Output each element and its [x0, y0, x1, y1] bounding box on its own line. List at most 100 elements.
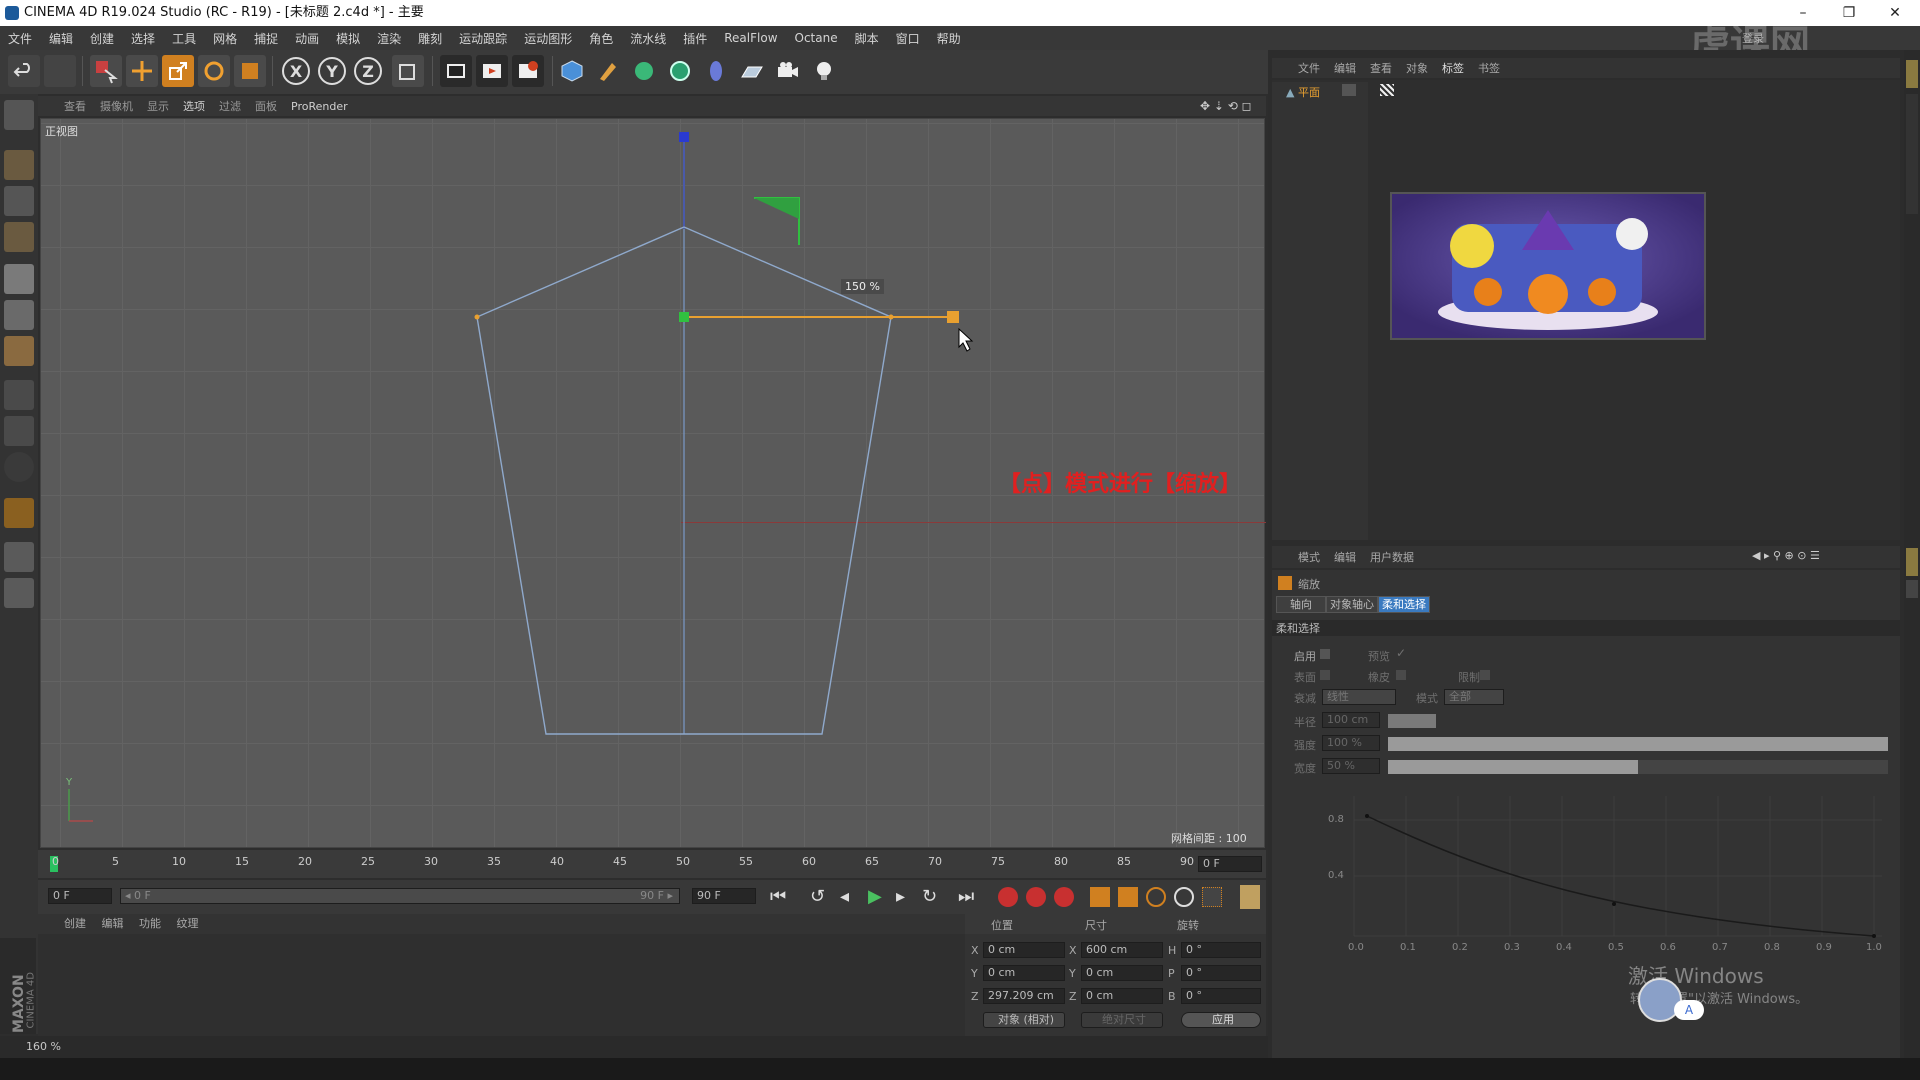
restore-button[interactable]: ❐	[1826, 0, 1872, 26]
menu-tools[interactable]: 工具	[172, 30, 196, 47]
material-menu-edit[interactable]: 编辑	[102, 917, 124, 930]
pos-y-field[interactable]: 0 cm	[983, 965, 1065, 981]
tab-axis[interactable]: 轴向	[1276, 596, 1326, 613]
strength-field[interactable]: 100 %	[1322, 735, 1380, 751]
side-tab-layers[interactable]	[1906, 580, 1918, 598]
camera-icon[interactable]	[772, 55, 804, 87]
apply-button[interactable]: 应用	[1181, 1012, 1261, 1028]
pos-z-field[interactable]: 297.209 cm	[983, 988, 1065, 1004]
menu-edit[interactable]: 编辑	[49, 30, 73, 47]
side-tab-objects[interactable]	[1906, 60, 1918, 88]
attrmenu-userdata[interactable]: 用户数据	[1370, 549, 1414, 565]
scale-tool-icon[interactable]	[162, 55, 194, 87]
frame-range-slider[interactable]: ◂ 0 F 90 F ▸	[120, 888, 680, 904]
attrmenu-mode[interactable]: 模式	[1298, 549, 1320, 565]
menu-realflow[interactable]: RealFlow	[724, 31, 777, 45]
tab-object-axis[interactable]: 对象轴心	[1326, 596, 1378, 613]
objmenu-bookmarks[interactable]: 书签	[1478, 60, 1500, 76]
menu-sculpt[interactable]: 雕刻	[418, 30, 442, 47]
workplane-mode-icon[interactable]	[4, 222, 34, 252]
enable-checkbox[interactable]	[1320, 649, 1330, 659]
menu-create[interactable]: 创建	[90, 30, 114, 47]
menu-select[interactable]: 选择	[131, 30, 155, 47]
keyframe-selection-icon[interactable]	[1054, 887, 1074, 907]
deformer-icon[interactable]	[700, 55, 732, 87]
width-slider[interactable]	[1388, 760, 1888, 774]
menu-simulate[interactable]: 模拟	[336, 30, 360, 47]
size-mode-dropdown[interactable]: 绝对尺寸	[1081, 1012, 1163, 1028]
tweak-mode-icon[interactable]	[4, 416, 34, 446]
make-editable-icon[interactable]	[4, 100, 34, 130]
previous-key-icon[interactable]: ↺	[810, 886, 825, 907]
axis-mode-icon[interactable]	[4, 380, 34, 410]
attr-nav-icons[interactable]: ◀ ▸ ⚲ ⊕ ⊙ ☰	[1752, 549, 1820, 562]
floor-icon[interactable]	[736, 55, 768, 87]
live-selection-icon[interactable]	[90, 55, 122, 87]
size-x-field[interactable]: 600 cm	[1081, 942, 1163, 958]
coordinate-mode-dropdown[interactable]: 对象 (相对)	[983, 1012, 1065, 1028]
objmenu-file[interactable]: 文件	[1298, 60, 1320, 76]
objmenu-tags[interactable]: 标签	[1442, 60, 1464, 76]
viewport-menu-view[interactable]: 查看	[64, 98, 86, 114]
timeline-window-icon[interactable]	[1240, 885, 1260, 909]
move-tool-icon[interactable]	[126, 55, 158, 87]
objmenu-view[interactable]: 查看	[1370, 60, 1392, 76]
menu-snap[interactable]: 捕捉	[254, 30, 278, 47]
viewport-menu-filter[interactable]: 过滤	[219, 98, 241, 114]
render-to-picture-viewer-icon[interactable]	[476, 55, 508, 87]
polygons-mode-icon[interactable]	[4, 336, 34, 366]
material-menu-create[interactable]: 创建	[64, 917, 86, 930]
lock-y-axis-button[interactable]: Y	[318, 57, 346, 85]
rubber-checkbox[interactable]	[1396, 670, 1406, 680]
texture-mode-icon[interactable]	[4, 186, 34, 216]
viewport-nav-icons[interactable]: ✥ ⇣ ⟲ ◻	[1200, 99, 1252, 113]
end-frame-field[interactable]: 90 F	[692, 888, 756, 904]
current-frame-field[interactable]: 0 F	[1198, 856, 1262, 872]
side-tab-attributes[interactable]	[1906, 548, 1918, 576]
viewport-menu-display[interactable]: 显示	[147, 98, 169, 114]
previous-frame-icon[interactable]: ◂	[840, 886, 849, 907]
menu-motion-tracker[interactable]: 运动跟踪	[459, 30, 507, 47]
record-scale-icon[interactable]	[1118, 887, 1138, 907]
autokeying-icon[interactable]	[1026, 887, 1046, 907]
menu-render[interactable]: 渲染	[377, 30, 401, 47]
menu-character[interactable]: 角色	[589, 30, 613, 47]
timeline-ruler[interactable]: 0 5 10 15 20 25 30 35 40 45 50 55 60 65 …	[38, 850, 1266, 878]
size-y-field[interactable]: 0 cm	[1081, 965, 1163, 981]
edges-mode-icon[interactable]	[4, 300, 34, 330]
tab-soft-selection[interactable]: 柔和选择	[1378, 596, 1430, 613]
subdivision-surface-icon[interactable]	[628, 55, 660, 87]
menu-animate[interactable]: 动画	[295, 30, 319, 47]
material-menu-texture[interactable]: 纹理	[177, 917, 199, 930]
radius-field[interactable]: 100 cm	[1322, 712, 1380, 728]
light-icon[interactable]	[808, 55, 840, 87]
next-frame-icon[interactable]: ▸	[896, 886, 905, 907]
surface-checkbox[interactable]	[1320, 670, 1330, 680]
record-parameter-icon[interactable]	[1174, 887, 1194, 907]
workplane-icon[interactable]	[4, 578, 34, 608]
pen-spline-icon[interactable]	[592, 55, 624, 87]
menu-mograph[interactable]: 运动图形	[524, 30, 572, 47]
viewport-menu-options[interactable]: 选项	[183, 98, 205, 114]
record-position-icon[interactable]	[1090, 887, 1110, 907]
viewport-menu-panel[interactable]: 面板	[255, 98, 277, 114]
coordinate-system-icon[interactable]	[392, 55, 424, 87]
model-mode-icon[interactable]	[4, 150, 34, 180]
visibility-toggle-icon[interactable]	[1342, 84, 1356, 96]
radius-slider[interactable]	[1388, 714, 1436, 728]
width-field[interactable]: 50 %	[1322, 758, 1380, 774]
viewport-menu-prorender[interactable]: ProRender	[291, 100, 348, 113]
enable-snap-icon[interactable]	[4, 498, 34, 528]
object-row-plane[interactable]: ▲ 平面	[1286, 84, 1320, 100]
next-key-icon[interactable]: ↻	[922, 886, 937, 907]
menu-mesh[interactable]: 网格	[213, 30, 237, 47]
undo-icon[interactable]	[8, 55, 40, 87]
pos-x-field[interactable]: 0 cm	[983, 942, 1065, 958]
go-to-start-icon[interactable]: ⏮	[770, 886, 786, 907]
record-rotation-icon[interactable]	[1146, 887, 1166, 907]
size-z-field[interactable]: 0 cm	[1081, 988, 1163, 1004]
render-settings-icon[interactable]	[512, 55, 544, 87]
rotate-tool-icon[interactable]	[198, 55, 230, 87]
recent-tool-icon[interactable]	[234, 55, 266, 87]
preview-checkbox[interactable]: ✓	[1396, 646, 1406, 660]
